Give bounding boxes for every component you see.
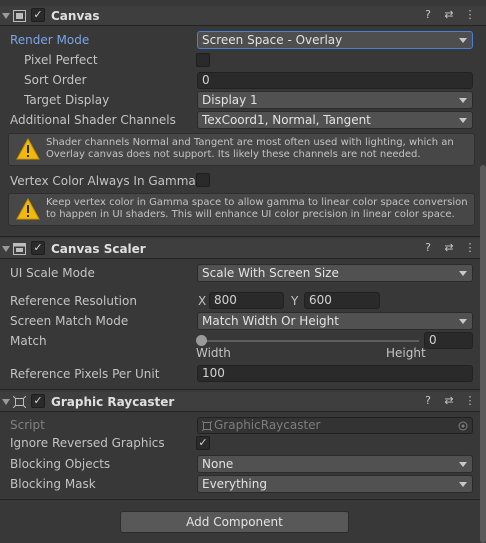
x-label: X xyxy=(198,294,207,308)
render-mode-label: Render Mode xyxy=(10,33,90,47)
inspector-scrollbar[interactable] xyxy=(480,165,486,543)
section-divider xyxy=(0,389,486,390)
shader-channels-warning: Shader channels Normal and Tangent are m… xyxy=(8,133,475,166)
canvas-scaler-header[interactable]: ✓ Canvas Scaler ? ⇄ ⋮ xyxy=(0,239,486,259)
y-label: Y xyxy=(291,294,299,308)
more-icon[interactable]: ⋮ xyxy=(464,242,476,254)
render-mode-dropdown[interactable]: Screen Space - Overlay xyxy=(197,31,473,49)
ui-scale-mode-dropdown[interactable]: Scale With Screen Size xyxy=(197,264,473,282)
match-slider-track[interactable] xyxy=(201,340,419,342)
dropdown-arrow-icon xyxy=(459,271,467,276)
screen-match-mode-value: Match Width Or Height xyxy=(202,314,339,328)
object-picker-icon[interactable] xyxy=(458,421,468,431)
canvas-scaler-enabled-checkbox[interactable]: ✓ xyxy=(31,241,45,255)
script-label: Script xyxy=(10,418,45,432)
canvas-icon xyxy=(13,10,26,22)
dropdown-arrow-icon xyxy=(459,98,467,103)
dropdown-arrow-icon xyxy=(459,118,467,123)
blocking-mask-value: Everything xyxy=(202,477,267,491)
canvas-component-header[interactable]: ✓ Canvas ? ⇄ ⋮ xyxy=(0,6,486,26)
fold-arrow-icon[interactable] xyxy=(2,246,10,252)
presets-icon[interactable]: ⇄ xyxy=(443,395,455,407)
graphic-raycaster-title: Graphic Raycaster xyxy=(51,395,175,409)
blocking-objects-value: None xyxy=(202,457,234,471)
fold-arrow-icon[interactable] xyxy=(2,399,10,405)
vertex-color-checkbox[interactable] xyxy=(196,173,210,187)
vertex-warning-text: Keep vertex color in Gamma space to allo… xyxy=(46,197,468,220)
vertex-color-warning: Keep vertex color in Gamma space to allo… xyxy=(8,193,475,226)
help-icon[interactable]: ? xyxy=(422,395,434,407)
ref-pixels-label: Reference Pixels Per Unit xyxy=(10,367,160,381)
target-display-value: Display 1 xyxy=(202,93,258,107)
reference-y-input[interactable]: 600 xyxy=(304,292,380,309)
presets-icon[interactable]: ⇄ xyxy=(443,9,455,21)
canvas-enabled-checkbox[interactable]: ✓ xyxy=(31,8,45,22)
blocking-mask-label: Blocking Mask xyxy=(10,477,96,491)
canvas-scaler-title: Canvas Scaler xyxy=(51,242,146,256)
canvas-title: Canvas xyxy=(51,9,100,23)
ref-pixels-input[interactable]: 100 xyxy=(197,365,473,382)
shader-channels-dropdown[interactable]: TexCoord1, Normal, Tangent xyxy=(197,111,473,129)
height-label: Height xyxy=(386,346,426,360)
blocking-objects-label: Blocking Objects xyxy=(10,457,111,471)
more-icon[interactable]: ⋮ xyxy=(464,395,476,407)
sort-order-label: Sort Order xyxy=(24,73,87,87)
add-component-button[interactable]: Add Component xyxy=(120,511,349,533)
graphic-raycaster-header[interactable]: ✓ Graphic Raycaster ? ⇄ ⋮ xyxy=(0,392,486,412)
warning-icon xyxy=(16,198,40,220)
blocking-objects-dropdown[interactable]: None xyxy=(197,455,473,473)
shader-channels-label: Additional Shader Channels xyxy=(10,113,176,127)
more-icon[interactable]: ⋮ xyxy=(464,9,476,21)
help-icon[interactable]: ? xyxy=(422,9,434,21)
section-divider xyxy=(0,236,486,237)
warning-icon xyxy=(16,138,40,160)
graphic-raycaster-enabled-checkbox[interactable]: ✓ xyxy=(31,394,45,408)
shader-warning-text: Shader channels Normal and Tangent are m… xyxy=(46,137,454,160)
ui-scale-mode-label: UI Scale Mode xyxy=(10,266,95,280)
reference-resolution-label: Reference Resolution xyxy=(10,294,137,308)
render-mode-value: Screen Space - Overlay xyxy=(202,33,343,47)
dropdown-arrow-icon xyxy=(459,462,467,467)
ignore-reversed-checkbox[interactable]: ✓ xyxy=(196,436,210,450)
dropdown-arrow-icon xyxy=(459,319,467,324)
blocking-mask-dropdown[interactable]: Everything xyxy=(197,475,473,493)
script-value: GraphicRaycaster xyxy=(214,418,321,432)
screen-match-mode-dropdown[interactable]: Match Width Or Height xyxy=(197,312,473,330)
canvas-scaler-icon xyxy=(13,243,26,255)
vertex-color-label: Vertex Color Always In Gamma C xyxy=(10,174,208,188)
match-value-input[interactable]: 0 xyxy=(424,332,473,349)
fold-arrow-icon[interactable] xyxy=(2,13,10,19)
ignore-reversed-label: Ignore Reversed Graphics xyxy=(10,436,165,450)
dropdown-arrow-icon xyxy=(459,38,467,43)
shader-channels-value: TexCoord1, Normal, Tangent xyxy=(202,113,371,127)
target-display-label: Target Display xyxy=(24,93,110,107)
screen-match-mode-label: Screen Match Mode xyxy=(10,314,129,328)
help-icon[interactable]: ? xyxy=(422,242,434,254)
ui-scale-mode-value: Scale With Screen Size xyxy=(202,266,339,280)
sort-order-input[interactable]: 0 xyxy=(197,72,473,89)
raycaster-icon xyxy=(13,396,26,408)
script-field: GraphicRaycaster xyxy=(197,417,473,434)
reference-x-input[interactable]: 800 xyxy=(209,292,284,309)
presets-icon[interactable]: ⇄ xyxy=(443,242,455,254)
dropdown-arrow-icon xyxy=(459,482,467,487)
width-label: Width xyxy=(196,346,231,360)
target-display-dropdown[interactable]: Display 1 xyxy=(197,91,473,109)
pixel-perfect-label: Pixel Perfect xyxy=(24,53,98,67)
pixel-perfect-checkbox[interactable] xyxy=(196,53,210,67)
match-label: Match xyxy=(10,334,47,348)
section-divider xyxy=(0,499,486,500)
match-slider-thumb[interactable] xyxy=(196,335,207,346)
script-icon xyxy=(202,421,212,431)
